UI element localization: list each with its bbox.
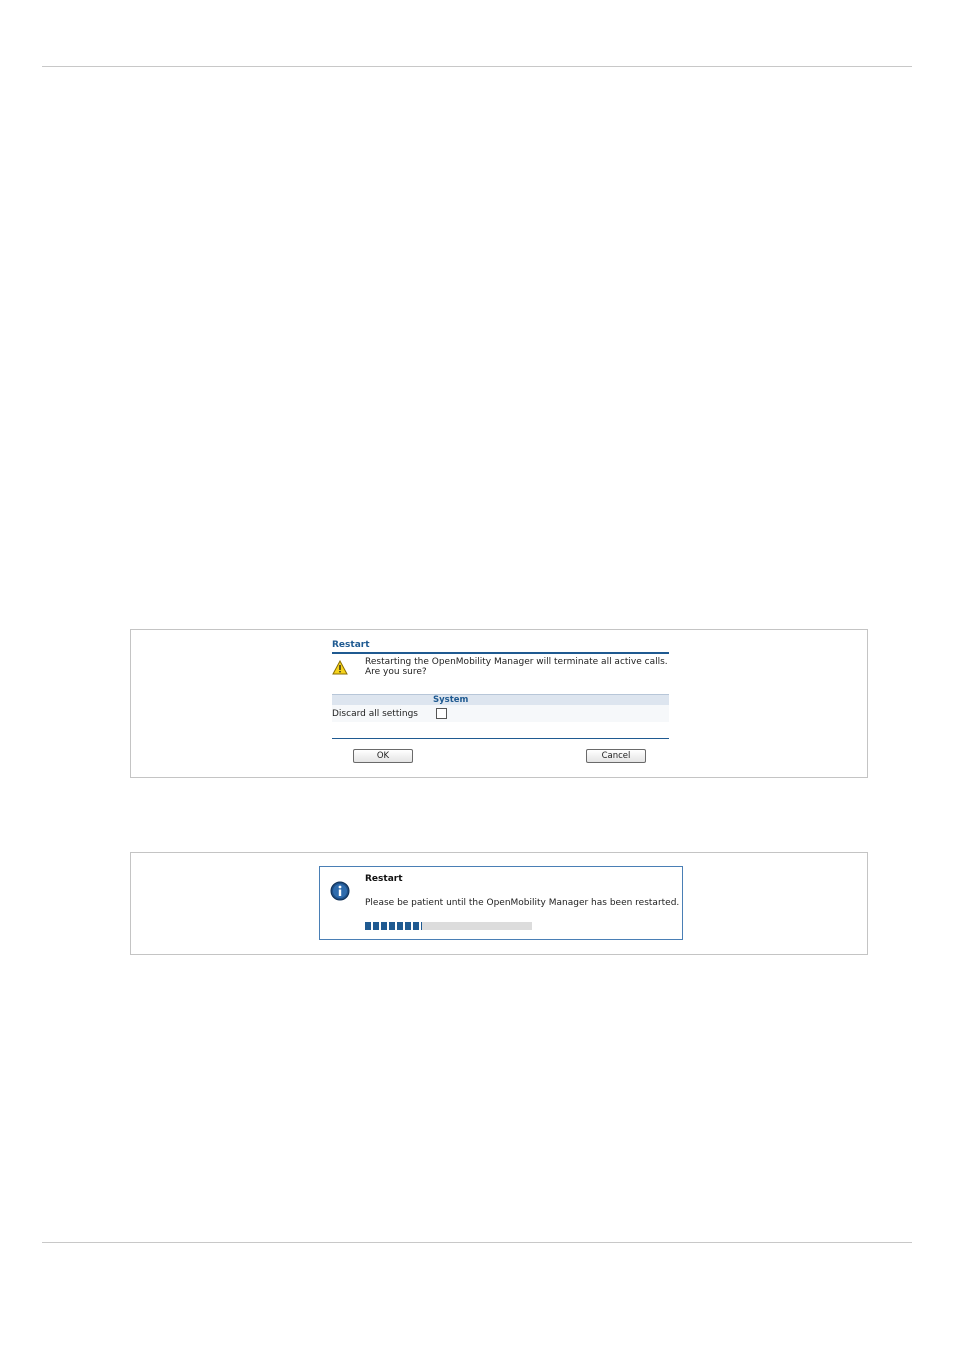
footer-rule [42, 1242, 912, 1243]
discard-settings-row: Discard all settings [332, 705, 669, 722]
warning-triangle-icon [332, 660, 348, 675]
warning-line-1: Restarting the OpenMobility Manager will… [365, 657, 668, 667]
restart-progress-screenshot: Restart Please be patient until the Open… [130, 852, 868, 955]
discard-settings-checkbox[interactable] [436, 708, 447, 719]
system-section-header: System [332, 694, 669, 705]
progress-dialog-title: Restart [365, 874, 403, 884]
dialog-title: Restart [332, 640, 669, 654]
warning-message: Restarting the OpenMobility Manager will… [365, 657, 668, 677]
progress-fill [365, 922, 422, 930]
warning-line-2: Are you sure? [365, 667, 427, 677]
ok-button[interactable]: OK [353, 749, 413, 763]
progress-message: Please be patient until the OpenMobility… [365, 898, 680, 908]
section-header-label: System [433, 695, 469, 705]
dialog-divider [332, 738, 669, 739]
discard-settings-label: Discard all settings [332, 709, 418, 719]
header-rule [42, 66, 912, 67]
restart-progress-bar [365, 922, 532, 930]
restart-progress-dialog: Restart Please be patient until the Open… [319, 866, 683, 940]
cancel-button[interactable]: Cancel [586, 749, 646, 763]
info-icon [330, 881, 350, 901]
restart-confirm-screenshot: Restart Restarting the OpenMobility Mana… [130, 629, 868, 778]
